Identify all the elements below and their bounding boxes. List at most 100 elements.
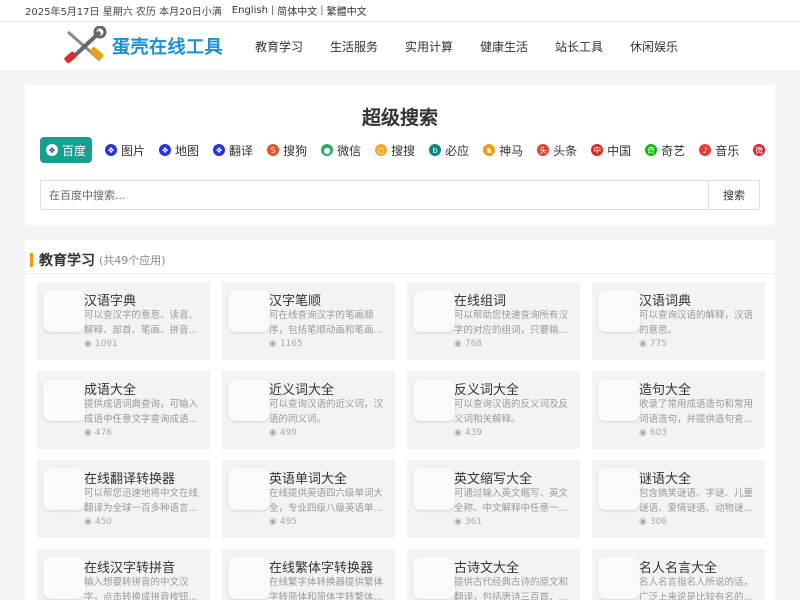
engine-label: 搜狗 xyxy=(283,143,308,158)
eye-icon: ◉ xyxy=(269,517,277,527)
engine-tab-2[interactable]: ❖ 地图 xyxy=(154,137,204,163)
engine-tab-8[interactable]: ♞ 神马 xyxy=(478,137,528,163)
app-card[interactable]: 成语大全 提供成语词典查询，可输入成语中任意文字查询成语... ◉ 476 xyxy=(37,371,210,449)
app-description: 可以查汉字的意思、读音、解释、部首、笔画、拼音... xyxy=(84,310,199,336)
view-count-number: 495 xyxy=(279,517,298,527)
engine-tab-5[interactable]: ● 微信 xyxy=(316,137,366,163)
lang-traditional-link[interactable]: 繁體中文 xyxy=(327,3,367,18)
nav-item-education[interactable]: 教育学习 xyxy=(255,38,330,55)
search-button[interactable]: 搜索 xyxy=(708,180,760,210)
engine-tab-4[interactable]: S 搜狗 xyxy=(262,137,312,163)
main-nav: 教育学习 生活服务 实用计算 健康生活 站长工具 休闲娱乐 xyxy=(255,38,705,55)
view-count: ◉ 499 xyxy=(269,428,297,438)
app-title: 在线繁体字转换器 xyxy=(269,561,374,576)
app-card[interactable]: 在线繁体字转换器在线繁字体转换器提供繁体字转简体和简体字转繁体...◉ xyxy=(222,549,395,600)
app-description: 可以查询汉语的近义词，汉语的同义词。 xyxy=(269,399,384,425)
nav-item-life-services[interactable]: 生活服务 xyxy=(330,38,405,55)
soso-icon: ○ xyxy=(375,144,388,156)
view-count: ◉ 1091 xyxy=(84,339,118,349)
app-icon xyxy=(598,468,640,510)
app-icon xyxy=(413,379,455,421)
engine-label: 地图 xyxy=(175,143,200,158)
app-icon xyxy=(43,290,85,332)
site-logo[interactable]: 蛋壳在线工具 xyxy=(60,26,223,66)
view-count-number: 306 xyxy=(649,517,668,527)
view-count: ◉ 306 xyxy=(639,517,667,527)
app-card[interactable]: 古诗文大全提供古代经典古诗的原文和翻译，包括唐诗三百首、...◉ xyxy=(407,549,580,600)
engine-label: 头条 xyxy=(553,143,578,158)
baidu-paw-icon: ❖ xyxy=(105,144,118,156)
baidu-paw-icon: ❖ xyxy=(159,144,172,156)
app-card[interactable]: 造句大全 收录了常用成语造句和常用词语造句，并提供造句查... ◉ 603 xyxy=(592,371,765,449)
app-card[interactable]: 英文缩写大全 可通过输入英文缩写、英文全称、中文解释中任意一... ◉ 361 xyxy=(407,460,580,538)
engine-tab-11[interactable]: 奇奇艺 xyxy=(640,137,690,163)
engine-label: 音乐 xyxy=(715,143,740,158)
engine-label: 神马 xyxy=(499,143,524,158)
app-card[interactable]: 谜语大全 包含搞笑谜语、字谜、儿童谜语、爱情谜语、动物谜... ◉ 306 xyxy=(592,460,765,538)
engine-label: 微信 xyxy=(337,143,362,158)
view-count-number: 1165 xyxy=(279,339,303,349)
nav-item-webmaster[interactable]: 站长工具 xyxy=(555,38,630,55)
engine-tab-7[interactable]: b 必应 xyxy=(424,137,474,163)
app-card[interactable]: 名人名言大全名人名言指名人所说的话，广泛上来说是比较有名的...◉ xyxy=(592,549,765,600)
view-count: ◉ 450 xyxy=(84,517,112,527)
app-card[interactable]: 英语单词大全 在线提供英语四六级单词大全，专业四级八级英语单... ◉ 495 xyxy=(222,460,395,538)
view-count-number: 768 xyxy=(464,339,483,349)
view-count-number: 439 xyxy=(464,428,483,438)
app-card[interactable]: 近义词大全 可以查询汉语的近义词，汉语的同义词。 ◉ 499 xyxy=(222,371,395,449)
eye-icon: ◉ xyxy=(269,428,277,438)
search-engine-tabs: ❖ 百度 ❖ 图片 ❖ 地图 ❖ 翻译 S 搜狗 ● 微信 ○ 搜搜 b 必应 ♞ 神马头头条中中国奇奇艺 ♪ 音乐微 xyxy=(40,137,775,163)
app-icon xyxy=(413,557,455,599)
view-count-number: 775 xyxy=(649,339,668,349)
section-divider xyxy=(25,273,775,274)
engine-tab-3[interactable]: ❖ 翻译 xyxy=(208,137,258,163)
eye-icon: ◉ xyxy=(84,428,92,438)
nav-item-calculators[interactable]: 实用计算 xyxy=(405,38,480,55)
app-card[interactable]: 在线汉字转拼音输入想要转拼音的中文汉字，点击转换成拼音按钮...◉ xyxy=(37,549,210,600)
bing-icon: b xyxy=(429,144,442,156)
search-input[interactable] xyxy=(40,180,708,210)
app-card[interactable]: 反义词大全 可以查询汉语的反义词及反义词相关解释。 ◉ 439 xyxy=(407,371,580,449)
app-title: 在线翻译转换器 xyxy=(84,472,176,487)
app-title: 古诗文大全 xyxy=(454,561,520,576)
engine-tab-13[interactable]: 微 xyxy=(748,137,774,163)
lang-english-link[interactable]: English xyxy=(232,5,268,16)
engine-label: 翻译 xyxy=(229,143,254,158)
app-description: 提供古代经典古诗的原文和翻译，包括唐诗三百首、... xyxy=(454,577,569,600)
eye-icon: ◉ xyxy=(639,428,647,438)
language-switcher: English | 简体中文 | 繁體中文 xyxy=(232,3,367,18)
app-card[interactable]: 汉语字典 可以查汉字的意思、读音、解释、部首、笔画、拼音... ◉ 1091 xyxy=(37,282,210,360)
engine-tab-10[interactable]: 中中国 xyxy=(586,137,636,163)
search-title: 超级搜索 xyxy=(361,107,438,129)
lang-simplified-link[interactable]: 简体中文 xyxy=(277,3,317,18)
engine-tab-1[interactable]: ❖ 图片 xyxy=(100,137,150,163)
app-card[interactable]: 汉语词典 可以查询汉语的解释，汉语的意思。 ◉ 775 xyxy=(592,282,765,360)
eye-icon: ◉ xyxy=(639,517,647,527)
view-count: ◉ 768 xyxy=(454,339,482,349)
engine-tab-12[interactable]: ♪ 音乐 xyxy=(694,137,744,163)
engine-tab-0[interactable]: ❖ 百度 xyxy=(40,137,93,163)
app-icon xyxy=(598,290,640,332)
app-description: 可通过输入英文缩写、英文全称、中文解释中任意一... xyxy=(454,488,569,514)
nav-item-health[interactable]: 健康生活 xyxy=(480,38,555,55)
app-title: 英语单词大全 xyxy=(269,472,348,487)
app-card[interactable]: 在线翻译转换器 可以帮您迅速地将中文在线翻译为全球一百多种语言... ◉ 450 xyxy=(37,460,210,538)
education-section: 教育学习 (共49个应用) 汉语字典 可以查汉字的意思、读音、解释、部首、笔画、拼… xyxy=(25,240,775,600)
eye-icon: ◉ xyxy=(454,339,462,349)
nav-item-entertainment[interactable]: 休闲娱乐 xyxy=(630,38,705,55)
app-description: 名人名言指名人所说的话，广泛上来说是比较有名的... xyxy=(639,577,754,600)
app-icon xyxy=(43,379,85,421)
engine-tab-6[interactable]: ○ 搜搜 xyxy=(370,137,420,163)
section-title[interactable]: 教育学习 xyxy=(39,250,95,270)
engine-tab-9[interactable]: 头头条 xyxy=(532,137,582,163)
app-icon xyxy=(228,290,270,332)
shenma-icon: ♞ xyxy=(483,144,496,156)
engine-label: 百度 xyxy=(62,143,87,158)
app-description: 可以查询汉语的反义词及反义词相关解释。 xyxy=(454,399,569,425)
eye-icon: ◉ xyxy=(84,339,92,349)
app-description: 可以帮您迅速地将中文在线翻译为全球一百多种语言... xyxy=(84,488,199,514)
app-description: 包含搞笑谜语、字谜、儿童谜语、爱情谜语、动物谜... xyxy=(639,488,754,514)
app-card[interactable]: 汉字笔顺 可在线查询汉字的笔画顺序，包括笔顺动画和笔画... ◉ 1165 xyxy=(222,282,395,360)
app-card[interactable]: 在线组词 可以帮助您快速查询所有汉字的对应的组词，只要输... ◉ 768 xyxy=(407,282,580,360)
iqiyi-icon: 奇 xyxy=(645,144,658,156)
